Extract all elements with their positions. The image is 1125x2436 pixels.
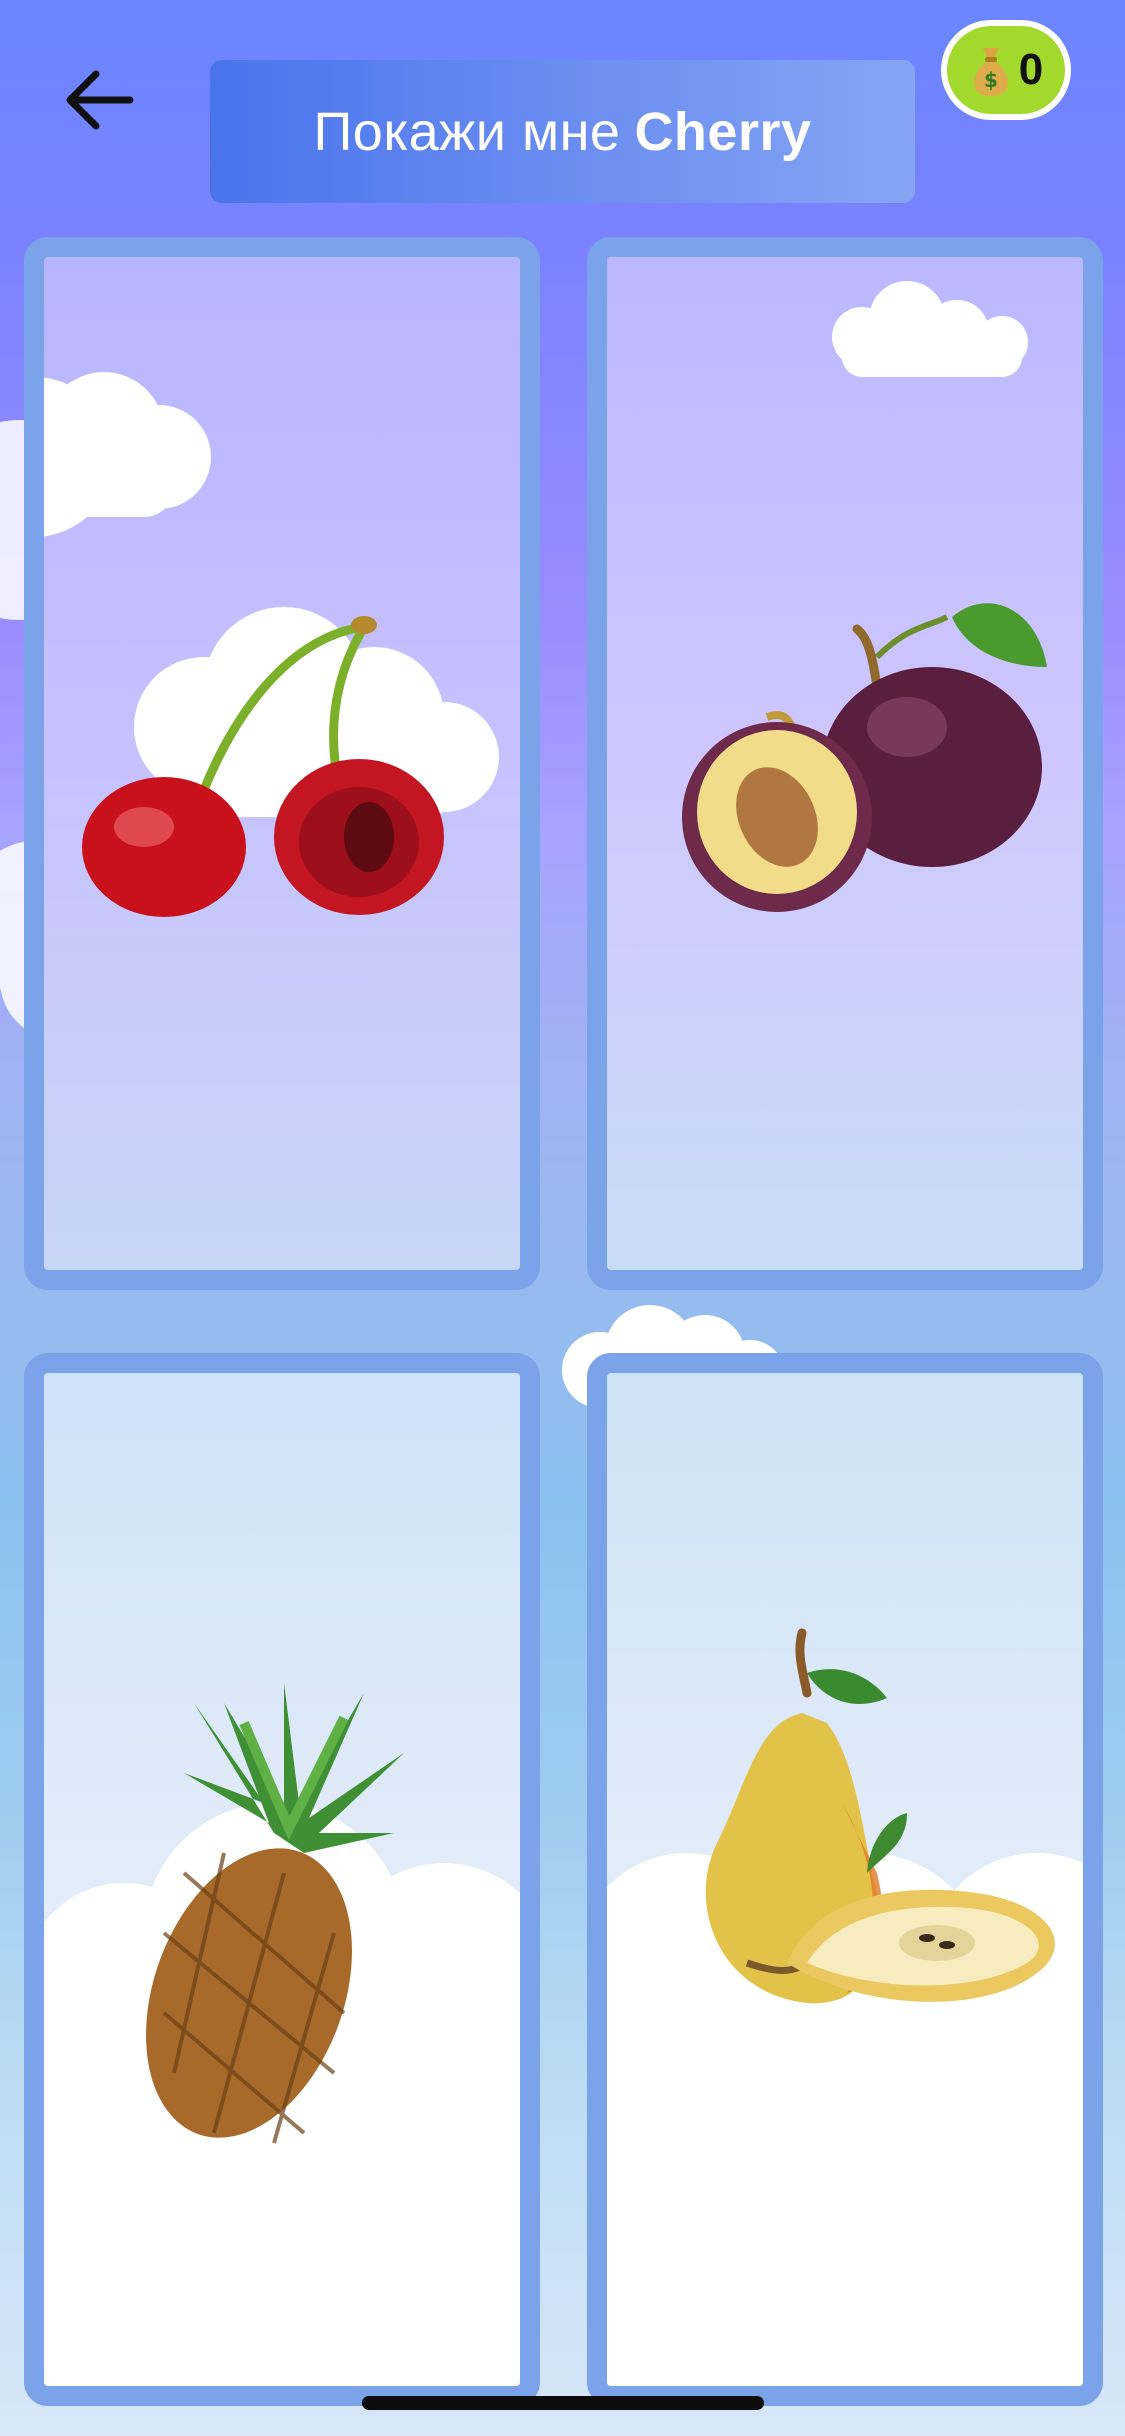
- coin-count: 0: [1018, 45, 1044, 94]
- card-scene-pear: [607, 1628, 1083, 2386]
- cloud-icon: [44, 372, 499, 817]
- fruit-card-plum[interactable]: [587, 237, 1103, 1290]
- card-scene-pineapple: [44, 1683, 520, 2386]
- prompt-banner: Покажи мне Cherry: [210, 60, 915, 203]
- plum-icon: [682, 603, 1047, 912]
- back-button[interactable]: [50, 50, 150, 150]
- card-scene-cherry: [44, 372, 499, 917]
- coin-counter[interactable]: $ 0: [941, 20, 1071, 120]
- fruit-card-pear[interactable]: [587, 1353, 1103, 2406]
- card-scene-plum: [682, 281, 1047, 912]
- prompt-word: Cherry: [634, 101, 812, 162]
- cloud-icon: [832, 281, 1028, 377]
- home-indicator[interactable]: [362, 2396, 764, 2410]
- arrow-left-icon: [66, 70, 134, 130]
- money-bag-icon: $: [974, 48, 1008, 96]
- pear-icon: [705, 1628, 1055, 2004]
- svg-text:$: $: [984, 68, 998, 92]
- prompt-prefix: Покажи мне: [313, 101, 621, 162]
- fruit-card-pineapple[interactable]: [24, 1353, 540, 2406]
- fruit-card-cherry[interactable]: [24, 237, 540, 1290]
